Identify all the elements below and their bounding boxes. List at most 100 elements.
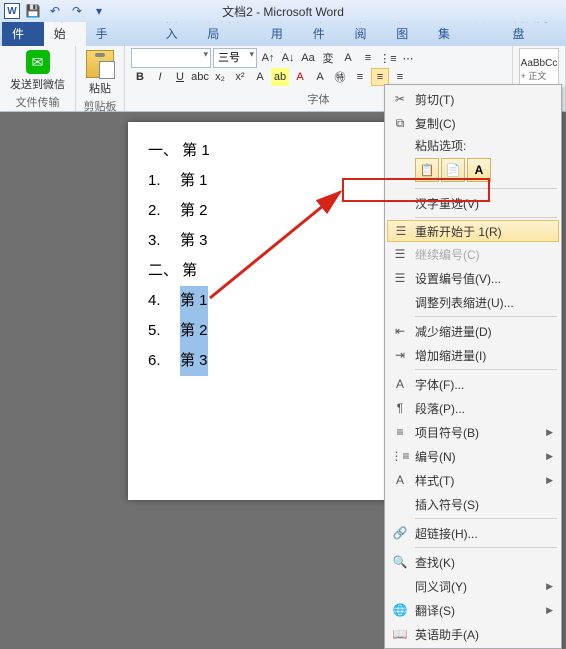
submenu-arrow-icon: ▶ bbox=[546, 581, 553, 592]
menu-restart-numbering[interactable]: ☰重新开始于 1(R) bbox=[387, 220, 559, 242]
titlebar: W 💾 ↶ ↷ ▾ 文档2 - Microsoft Word bbox=[0, 0, 566, 22]
wechat-icon: ✉ bbox=[26, 50, 50, 74]
text-effects-button[interactable]: A bbox=[251, 68, 269, 86]
menu-english-assistant[interactable]: 📖英语助手(A) bbox=[387, 622, 559, 646]
indent-icon: ⇥ bbox=[391, 346, 409, 364]
char-shading-button[interactable]: A bbox=[311, 68, 329, 86]
menu-translate[interactable]: 🌐翻译(S)▶ bbox=[387, 598, 559, 622]
menu-lookup[interactable]: 🔍查找(K) bbox=[387, 550, 559, 574]
scissors-icon: ✂ bbox=[391, 90, 409, 108]
paste-button[interactable]: 粘贴 bbox=[82, 48, 118, 98]
font-icon: A bbox=[391, 375, 409, 393]
menu-copy[interactable]: ⧉复制(C) bbox=[387, 111, 559, 135]
paste-icon bbox=[86, 50, 114, 78]
list-item: 1.第 1 bbox=[148, 166, 418, 196]
wechat-label: 发送到微信 bbox=[10, 76, 65, 92]
menu-paste-options-label: 粘贴选项: bbox=[387, 135, 559, 156]
translate-icon: 🌐 bbox=[391, 601, 409, 619]
grow-font-button[interactable]: A↑ bbox=[259, 49, 277, 67]
paste-text-only-button[interactable]: A bbox=[467, 158, 491, 182]
list-item-selected: 4.第 1 bbox=[148, 286, 418, 316]
align-left-button[interactable]: ≡ bbox=[351, 68, 369, 86]
set-number-icon: ☰ bbox=[391, 269, 409, 287]
group-label-wechat: 文件传输 bbox=[6, 94, 69, 112]
redo-button[interactable]: ↷ bbox=[68, 2, 86, 20]
menu-separator bbox=[415, 369, 557, 370]
menu-increase-indent[interactable]: ⇥增加缩进量(I) bbox=[387, 343, 559, 367]
paste-options-row: 📋 📄 A bbox=[387, 156, 559, 186]
highlight-button[interactable]: ab bbox=[271, 68, 289, 86]
menu-separator bbox=[415, 316, 557, 317]
font-name-combo[interactable] bbox=[131, 48, 211, 68]
subscript-button[interactable]: x₂ bbox=[211, 68, 229, 86]
bullets-button[interactable]: ≡ bbox=[359, 49, 377, 67]
strike-button[interactable]: abc bbox=[191, 68, 209, 86]
menu-continue-numbering[interactable]: ☰继续编号(C) bbox=[387, 242, 559, 266]
menu-separator bbox=[415, 217, 557, 218]
copy-icon: ⧉ bbox=[391, 114, 409, 132]
ribbon-tabs: 文件 开始 Office助手 插入 页面布局 引用 邮件 审阅 视图 PDF工具… bbox=[0, 22, 566, 46]
paste-keep-formatting-button[interactable]: 📋 bbox=[415, 158, 439, 182]
menu-synonym[interactable]: 同义词(Y)▶ bbox=[387, 574, 559, 598]
submenu-arrow-icon: ▶ bbox=[546, 427, 553, 438]
outdent-icon: ⇤ bbox=[391, 322, 409, 340]
font-size-combo[interactable]: 三号 bbox=[213, 48, 257, 68]
font-color-button[interactable]: A bbox=[291, 68, 309, 86]
menu-font[interactable]: A字体(F)... bbox=[387, 372, 559, 396]
phonetic-button[interactable]: 変 bbox=[319, 49, 337, 67]
change-case-button[interactable]: Aa bbox=[299, 49, 317, 67]
list-item-selected: 6.第 3 bbox=[148, 346, 418, 376]
bold-button[interactable]: B bbox=[131, 68, 149, 86]
link-icon: 🔗 bbox=[391, 524, 409, 542]
window-title: 文档2 - Microsoft Word bbox=[222, 3, 344, 20]
send-wechat-button[interactable]: ✉ 发送到微信 bbox=[6, 48, 69, 94]
list-item: 2.第 2 bbox=[148, 196, 418, 226]
qat-more-icon[interactable]: ▾ bbox=[90, 2, 108, 20]
submenu-arrow-icon: ▶ bbox=[546, 451, 553, 462]
numbering-icon: ⋮≡ bbox=[391, 447, 409, 465]
char-border-button[interactable]: A bbox=[339, 49, 357, 67]
save-button[interactable]: 💾 bbox=[24, 2, 42, 20]
menu-cut[interactable]: ✂剪切(T) bbox=[387, 87, 559, 111]
paste-merge-button[interactable]: 📄 bbox=[441, 158, 465, 182]
enclose-button[interactable]: ㊕ bbox=[331, 68, 349, 86]
list-item: 3.第 3 bbox=[148, 226, 418, 256]
group-clipboard: 粘贴 剪贴板 bbox=[76, 46, 125, 111]
menu-decrease-indent[interactable]: ⇤减少缩进量(D) bbox=[387, 319, 559, 343]
menu-hanzi[interactable]: 汉字重选(V) bbox=[387, 191, 559, 215]
menu-hyperlink[interactable]: 🔗超链接(H)... bbox=[387, 521, 559, 545]
paragraph-icon: ¶ bbox=[391, 399, 409, 417]
heading-1: 一、 第 1 bbox=[148, 136, 418, 166]
styles-icon: A bbox=[391, 471, 409, 489]
superscript-button[interactable]: x² bbox=[231, 68, 249, 86]
continue-list-icon: ☰ bbox=[391, 245, 409, 263]
undo-button[interactable]: ↶ bbox=[46, 2, 64, 20]
numbering-button[interactable]: ⋮≡ bbox=[379, 49, 397, 67]
menu-bullets[interactable]: ≡项目符号(B)▶ bbox=[387, 420, 559, 444]
menu-numbering[interactable]: ⋮≡编号(N)▶ bbox=[387, 444, 559, 468]
multilevel-button[interactable]: ⋯ bbox=[399, 49, 417, 67]
menu-paragraph[interactable]: ¶段落(P)... bbox=[387, 396, 559, 420]
book-icon: 📖 bbox=[391, 625, 409, 643]
paste-label: 粘贴 bbox=[89, 80, 111, 96]
submenu-arrow-icon: ▶ bbox=[546, 605, 553, 616]
search-icon: 🔍 bbox=[391, 553, 409, 571]
menu-separator bbox=[415, 518, 557, 519]
italic-button[interactable]: I bbox=[151, 68, 169, 86]
bullets-icon: ≡ bbox=[391, 423, 409, 441]
restart-list-icon: ☰ bbox=[392, 222, 410, 240]
underline-button[interactable]: U bbox=[171, 68, 189, 86]
submenu-arrow-icon: ▶ bbox=[546, 475, 553, 486]
group-wechat: ✉ 发送到微信 文件传输 bbox=[0, 46, 76, 111]
word-icon: W bbox=[4, 3, 20, 19]
menu-insert-symbol[interactable]: 插入符号(S) bbox=[387, 492, 559, 516]
context-menu: ✂剪切(T) ⧉复制(C) 粘贴选项: 📋 📄 A 汉字重选(V) ☰重新开始于… bbox=[384, 84, 562, 649]
menu-styles[interactable]: A样式(T)▶ bbox=[387, 468, 559, 492]
list-item-selected: 5.第 2 bbox=[148, 316, 418, 346]
menu-adjust-indent[interactable]: 调整列表缩进(U)... bbox=[387, 290, 559, 314]
heading-2: 二、 第 bbox=[148, 256, 418, 286]
shrink-font-button[interactable]: A↓ bbox=[279, 49, 297, 67]
style-name: + 正文 bbox=[521, 69, 558, 82]
style-preview: AaBbCc bbox=[521, 58, 558, 69]
menu-set-number[interactable]: ☰设置编号值(V)... bbox=[387, 266, 559, 290]
